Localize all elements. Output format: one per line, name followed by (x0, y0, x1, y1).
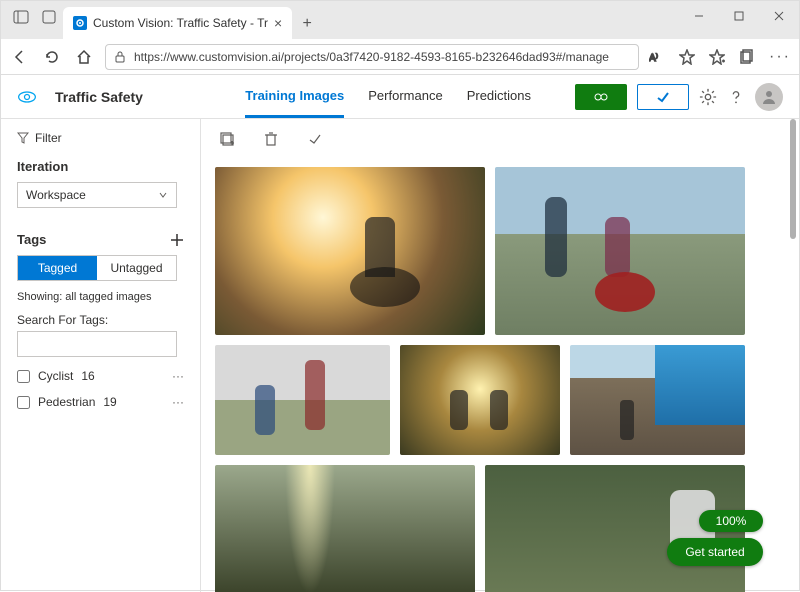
add-tag-icon[interactable] (170, 233, 184, 247)
training-image[interactable] (215, 345, 390, 455)
tag-checkbox[interactable] (17, 396, 30, 409)
iteration-label: Iteration (17, 159, 184, 174)
refresh-button[interactable] (41, 46, 63, 68)
showing-text: Showing: all tagged images (17, 291, 184, 303)
url-input[interactable]: https://www.customvision.ai/projects/0a3… (105, 44, 639, 70)
svg-text:A⁾: A⁾ (649, 53, 658, 64)
chevron-down-icon (158, 190, 168, 200)
sidebar-panel-icon[interactable] (13, 9, 29, 25)
tab-title: Custom Vision: Traffic Safety - Tr (93, 16, 268, 30)
delete-icon[interactable] (263, 131, 279, 147)
url-text: https://www.customvision.ai/projects/0a3… (134, 50, 609, 64)
train-button[interactable] (575, 84, 627, 110)
project-title: Traffic Safety (55, 89, 143, 105)
training-image[interactable] (495, 167, 745, 335)
vertical-scrollbar[interactable] (787, 119, 797, 592)
tab-predictions[interactable]: Predictions (467, 76, 531, 118)
help-icon[interactable] (727, 88, 745, 106)
add-images-icon[interactable] (219, 131, 235, 147)
custom-vision-logo (17, 87, 37, 107)
tag-name: Cyclist (38, 369, 73, 383)
tag-count: 19 (103, 395, 116, 409)
tag-more-icon[interactable]: ··· (172, 369, 184, 383)
filter-label: Filter (35, 131, 62, 145)
filter-sidebar: Filter Iteration Workspace Tags Tagged U… (1, 119, 201, 592)
training-image[interactable] (570, 345, 745, 455)
user-avatar[interactable] (755, 83, 783, 111)
tag-filter-toggle: Tagged Untagged (17, 255, 177, 281)
app-header: Traffic Safety Training Images Performan… (1, 75, 799, 119)
more-icon[interactable]: ··· (769, 48, 791, 66)
upload-progress-pill: 100% (699, 510, 763, 532)
search-tags-input[interactable] (17, 331, 177, 357)
window-maximize[interactable] (719, 1, 759, 31)
lock-icon (114, 51, 126, 63)
workspaces-icon[interactable] (41, 9, 57, 25)
browser-titlebar: Custom Vision: Traffic Safety - Tr × + (1, 1, 799, 39)
search-tags-label: Search For Tags: (17, 313, 184, 327)
select-all-icon[interactable] (307, 131, 323, 147)
tab-favicon (73, 16, 87, 30)
tag-more-icon[interactable]: ··· (172, 395, 184, 409)
tag-name: Pedestrian (38, 395, 95, 409)
window-close[interactable] (759, 1, 799, 31)
new-tab-button[interactable]: + (292, 9, 322, 39)
star-icon[interactable] (679, 49, 695, 65)
tag-row-pedestrian[interactable]: Pedestrian 19 ··· (17, 395, 184, 409)
settings-icon[interactable] (699, 88, 717, 106)
tag-checkbox[interactable] (17, 370, 30, 383)
training-image[interactable] (215, 167, 485, 335)
collections-icon[interactable] (739, 49, 755, 65)
tab-performance[interactable]: Performance (368, 76, 442, 118)
get-started-button[interactable]: Get started (667, 538, 763, 566)
tab-training-images[interactable]: Training Images (245, 76, 344, 118)
browser-tab[interactable]: Custom Vision: Traffic Safety - Tr × (63, 7, 292, 39)
gallery-toolbar (215, 131, 779, 147)
training-image[interactable] (215, 465, 475, 592)
favorites-icon[interactable] (709, 49, 725, 65)
tag-count: 16 (81, 369, 94, 383)
window-minimize[interactable] (679, 1, 719, 31)
quick-test-button[interactable] (637, 84, 689, 110)
home-button[interactable] (73, 46, 95, 68)
close-icon[interactable]: × (274, 15, 282, 31)
iteration-value: Workspace (26, 188, 86, 202)
read-aloud-icon[interactable]: A⁾ (649, 49, 665, 65)
tags-label: Tags (17, 232, 46, 247)
iteration-select[interactable]: Workspace (17, 182, 177, 208)
tag-row-cyclist[interactable]: Cyclist 16 ··· (17, 369, 184, 383)
browser-address-bar: https://www.customvision.ai/projects/0a3… (1, 39, 799, 75)
image-gallery (215, 167, 779, 592)
image-gallery-panel: 100% Get started (201, 119, 799, 592)
training-image[interactable] (400, 345, 560, 455)
toggle-tagged[interactable]: Tagged (18, 256, 97, 280)
back-button[interactable] (9, 46, 31, 68)
toggle-untagged[interactable]: Untagged (97, 256, 176, 280)
scrollbar-thumb[interactable] (790, 119, 796, 239)
filter-icon (17, 132, 29, 144)
